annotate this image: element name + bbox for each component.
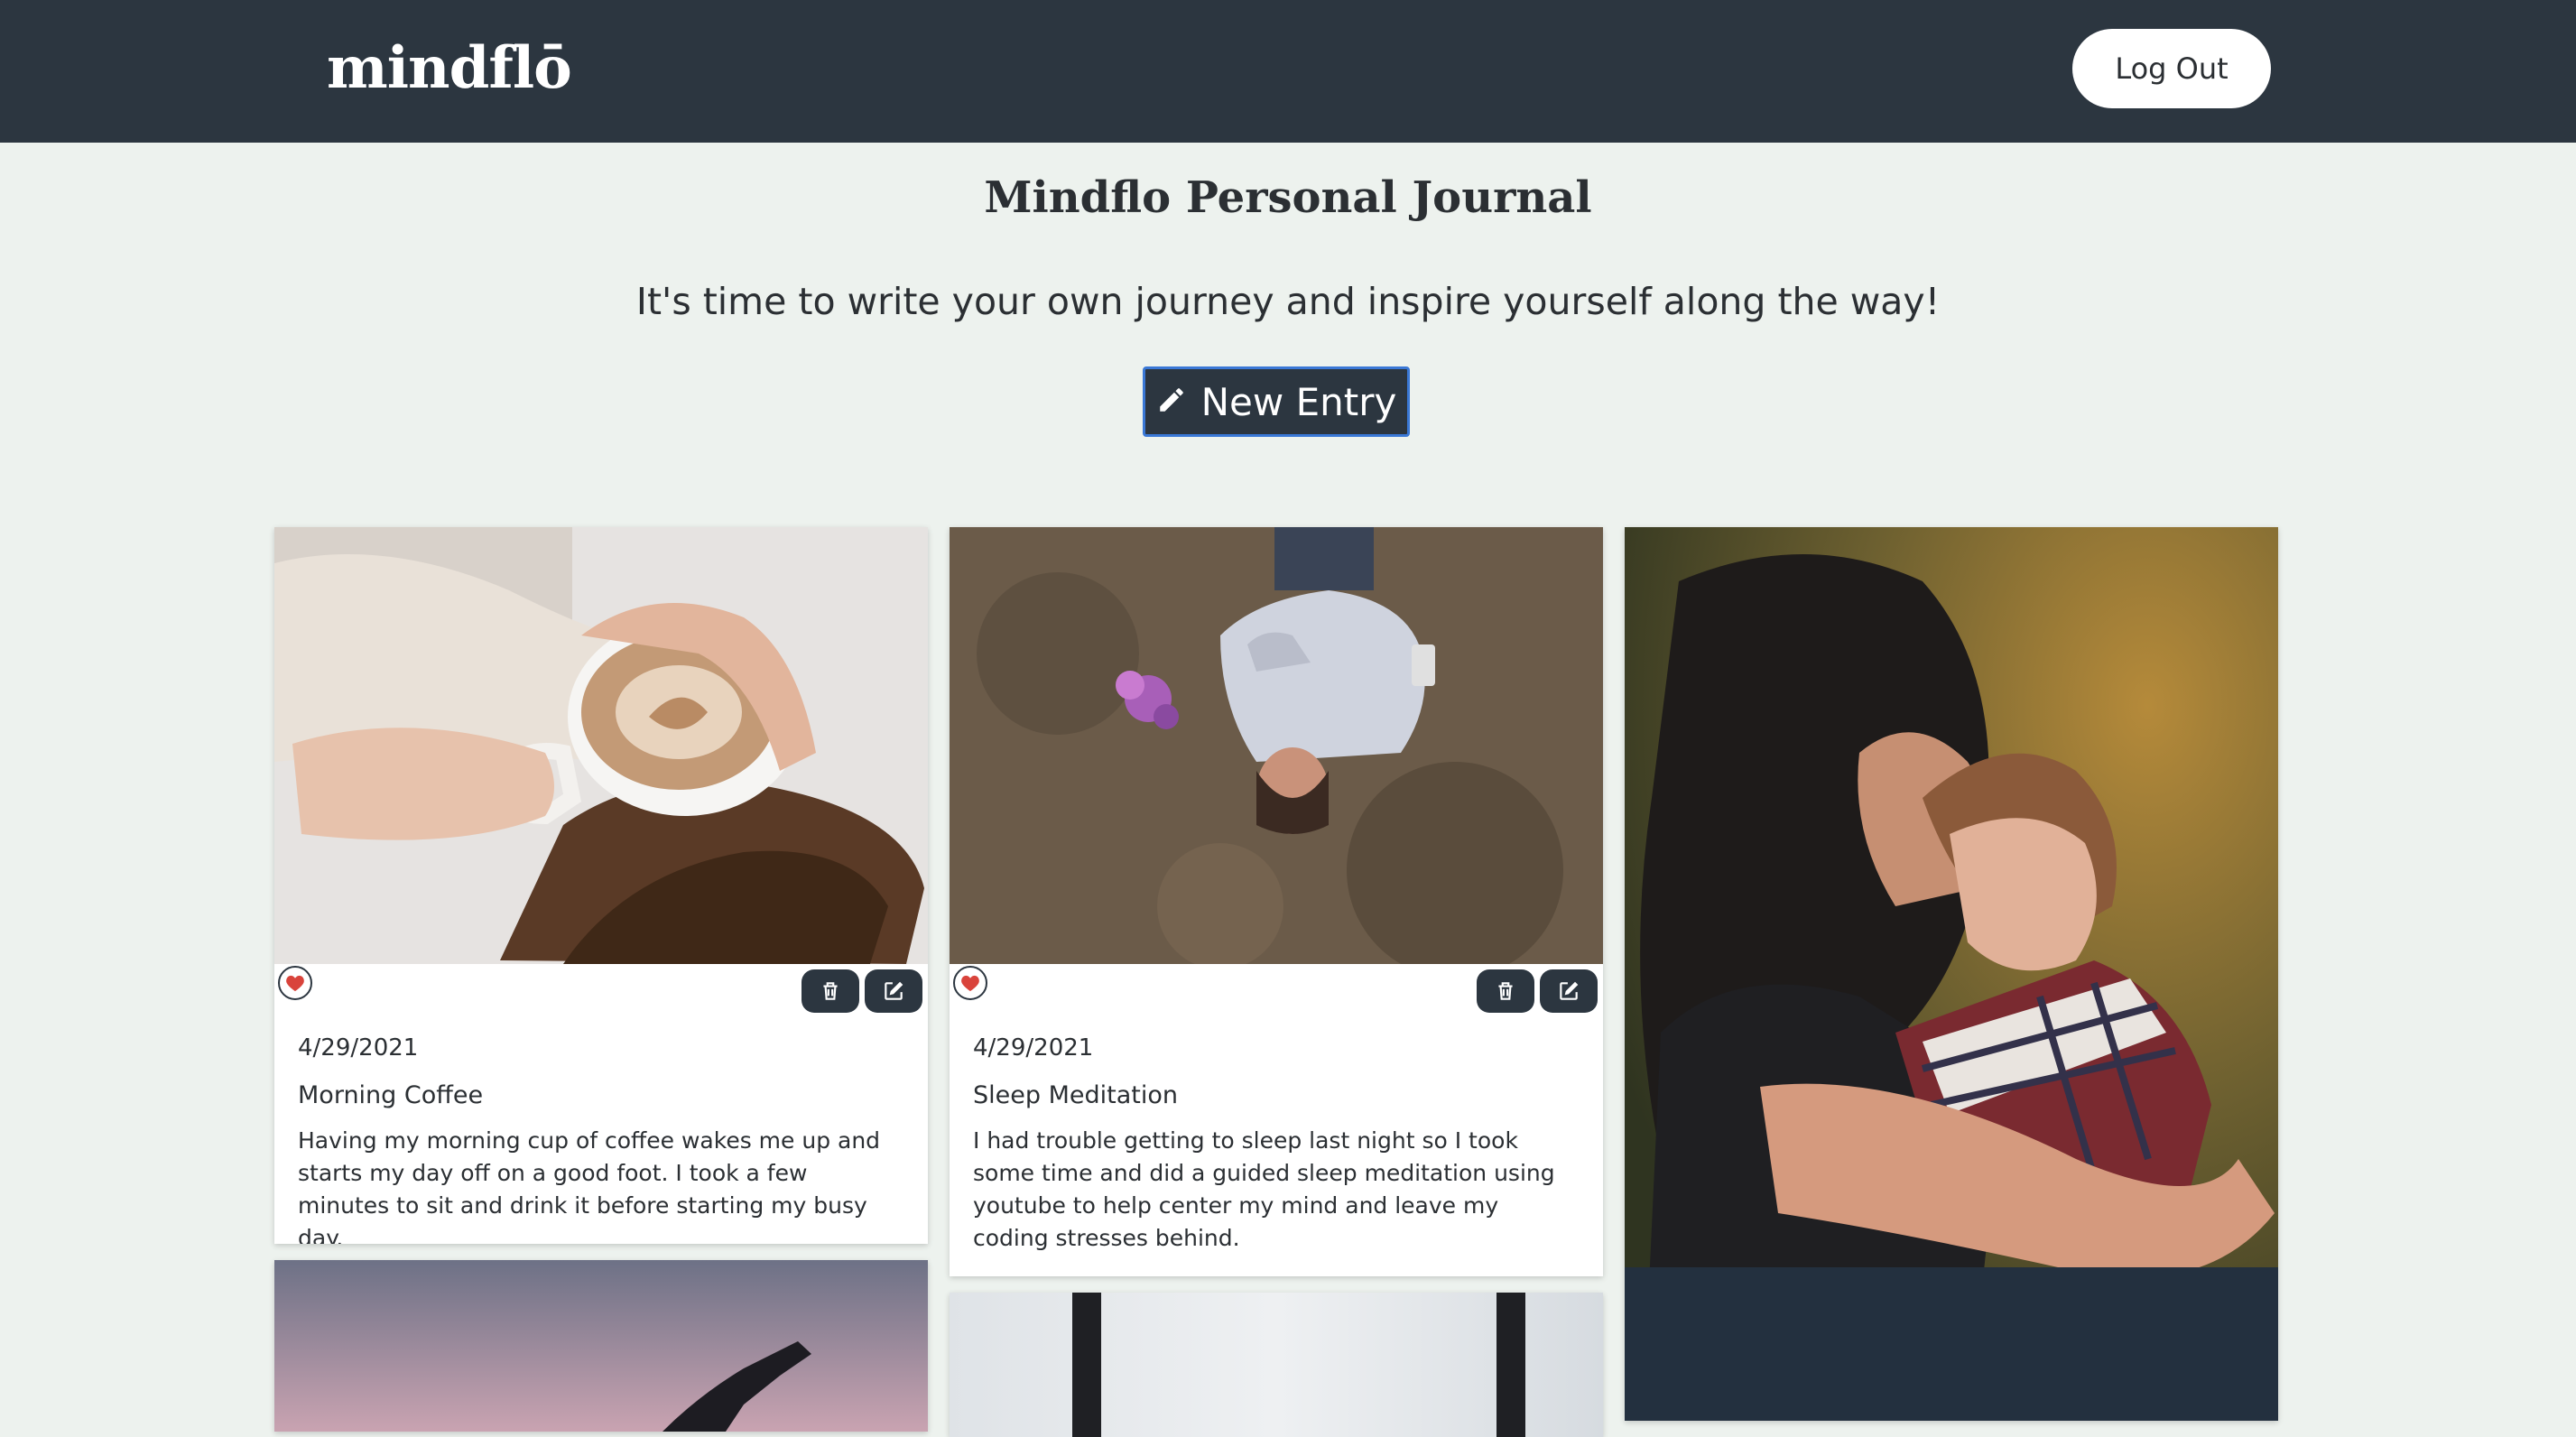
journal-card: [1625, 527, 2278, 1421]
new-entry-label: New Entry: [1200, 379, 1397, 424]
edit-icon: [1560, 981, 1579, 1000]
entry-date: 4/29/2021: [973, 1034, 1094, 1062]
new-entry-button[interactable]: New Entry: [1143, 366, 1410, 437]
window-photo: [950, 1293, 1603, 1437]
journal-card: 4/29/2021 Sleep Meditation I had trouble…: [950, 527, 1603, 1276]
edit-entry-button[interactable]: [865, 969, 922, 1013]
journal-card: [274, 1260, 928, 1432]
top-navbar: mindflō Log Out: [0, 0, 2576, 143]
logo[interactable]: mindflō: [327, 32, 572, 105]
meditation-photo: [950, 527, 1603, 964]
mother-child-photo: [1625, 527, 2278, 1421]
journal-card: [950, 1293, 1603, 1437]
page-subtitle: It's time to write your own journey and …: [635, 280, 1941, 323]
coffee-photo: [274, 527, 928, 964]
edit-entry-button[interactable]: [1540, 969, 1598, 1013]
pencil-icon: [1156, 380, 1187, 424]
favorite-heart-button[interactable]: [953, 966, 987, 1000]
page-title: Mindflo Personal Journal: [984, 172, 1592, 223]
trash-icon: [823, 982, 838, 1000]
entry-date: 4/29/2021: [298, 1034, 419, 1062]
heart-icon: [286, 975, 304, 992]
logout-button[interactable]: Log Out: [2072, 29, 2271, 108]
entry-body: Having my morning cup of coffee wakes me…: [298, 1127, 881, 1244]
heart-icon: [961, 975, 979, 992]
journal-card: 4/29/2021 Morning Coffee Having my morni…: [274, 527, 928, 1244]
entry-title: Sleep Meditation: [973, 1081, 1178, 1109]
entry-body: I had trouble getting to sleep last nigh…: [973, 1127, 1555, 1251]
delete-entry-button[interactable]: [802, 969, 859, 1013]
trash-icon: [1498, 982, 1513, 1000]
delete-entry-button[interactable]: [1477, 969, 1534, 1013]
edit-icon: [885, 981, 903, 1000]
silhouette-photo: [274, 1260, 928, 1432]
entry-title: Morning Coffee: [298, 1081, 484, 1109]
favorite-heart-button[interactable]: [278, 966, 312, 1000]
